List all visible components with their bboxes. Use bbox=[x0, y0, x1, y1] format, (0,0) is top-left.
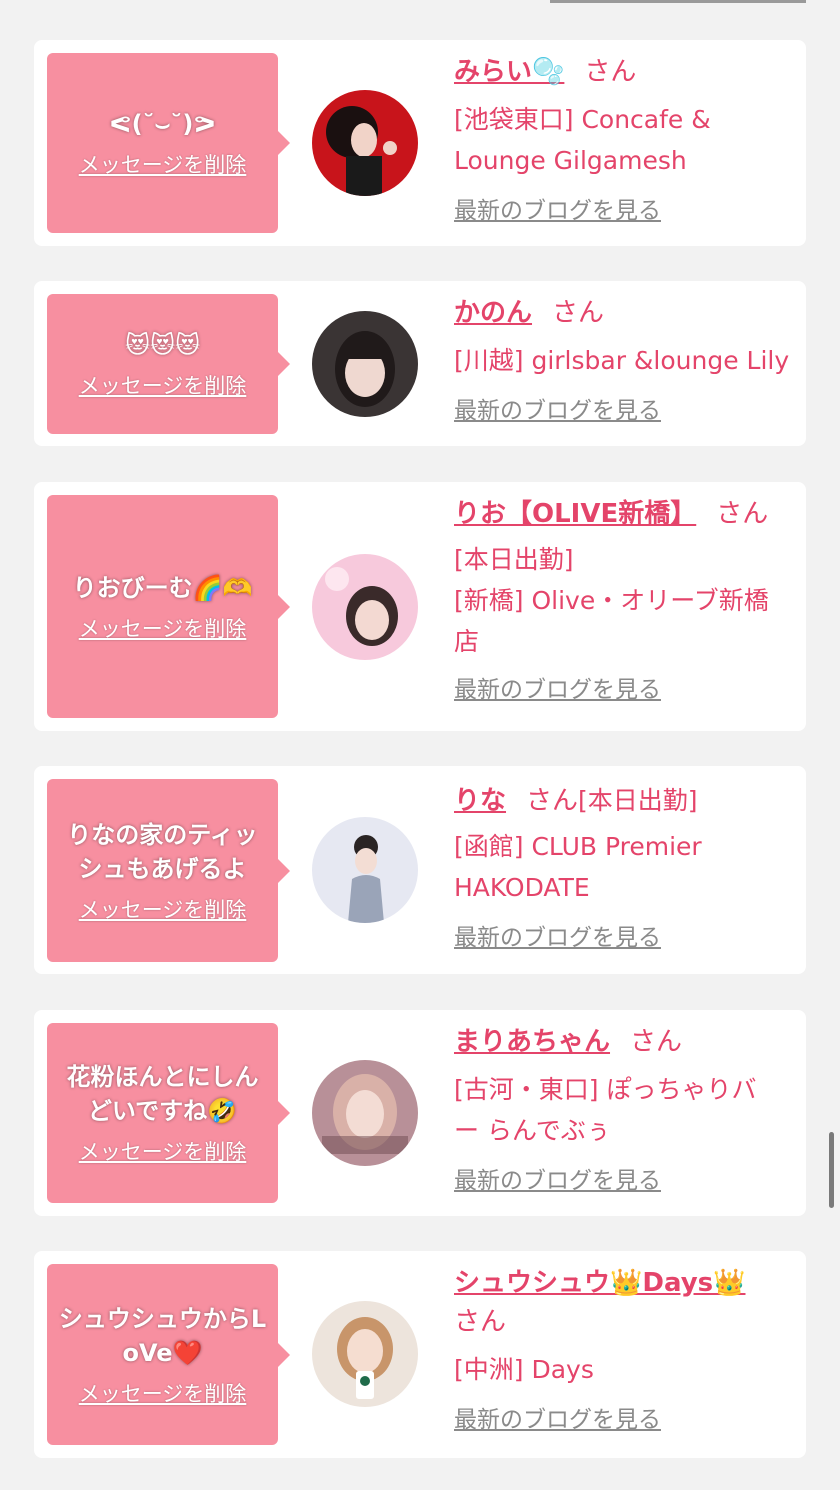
shop-line: [古河・東口] ぽっちゃりバ bbox=[454, 1075, 757, 1104]
top-strip bbox=[0, 0, 840, 8]
san-suffix: さん bbox=[552, 298, 605, 328]
avatar[interactable] bbox=[312, 1301, 418, 1407]
message-card: りなの家のティッシュもあげるよ メッセージを削除 りな さん[本日出勤] [函館]… bbox=[34, 766, 806, 974]
shop-line: [中洲] Days bbox=[454, 1355, 594, 1384]
cast-name-link[interactable]: シュウシュウ👑Days👑 bbox=[454, 1268, 746, 1298]
avatar[interactable] bbox=[312, 311, 418, 417]
avatar-photo bbox=[312, 554, 418, 660]
latest-blog-link[interactable]: 最新のブログを見る bbox=[454, 191, 661, 225]
cast-name-link[interactable]: かのん bbox=[454, 298, 532, 328]
shop-line: [川越] girlsbar &lounge Lily bbox=[454, 346, 790, 375]
san-suffix: さん bbox=[584, 57, 637, 87]
message-card: りおびーむ🌈🫶 メッセージを削除 りお【OLIVE新橋】 さん [本日出勤] [新… bbox=[34, 482, 806, 731]
cast-info: まりあちゃん さん [古河・東口] ぽっちゃりバ ー らんでぶぅ 最新のブログを見… bbox=[454, 1024, 794, 1195]
message-text: 花粉ほんとにしんどいですね🤣 bbox=[66, 1063, 259, 1125]
avatar-photo bbox=[312, 1060, 418, 1166]
delete-message-button[interactable]: メッセージを削除 bbox=[79, 894, 247, 924]
avatar[interactable] bbox=[312, 817, 418, 923]
delete-message-button[interactable]: メッセージを削除 bbox=[79, 1378, 247, 1408]
avatar-photo bbox=[312, 90, 418, 196]
delete-message-button[interactable]: メッセージを削除 bbox=[79, 613, 247, 643]
message-text: りなの家のティッシュもあげるよ bbox=[67, 820, 258, 883]
delete-message-button[interactable]: メッセージを削除 bbox=[79, 370, 247, 400]
message-card: シュウシュウからLoVe❤️ メッセージを削除 シュウシュウ👑Days👑 さん … bbox=[34, 1251, 806, 1458]
avatar-photo bbox=[312, 817, 418, 923]
message-text: りおびーむ🌈🫶 bbox=[72, 573, 253, 602]
san-suffix: さん bbox=[716, 499, 769, 529]
cast-name-link[interactable]: まりあちゃん bbox=[454, 1027, 610, 1057]
message-text: ᕙ(˘⌣˘)ᕗ bbox=[109, 110, 216, 138]
message-bubble: ᕙ(˘⌣˘)ᕗ メッセージを削除 bbox=[47, 53, 290, 233]
cast-name-link[interactable]: りな bbox=[454, 786, 506, 816]
shop-line: 店 bbox=[454, 627, 480, 656]
message-text: 😻😻😻 bbox=[124, 331, 201, 359]
avatar-photo bbox=[312, 1301, 418, 1407]
avatar[interactable] bbox=[312, 554, 418, 660]
avatar[interactable] bbox=[312, 90, 418, 196]
message-bubble: シュウシュウからLoVe❤️ メッセージを削除 bbox=[47, 1264, 290, 1445]
latest-blog-link[interactable]: 最新のブログを見る bbox=[454, 1161, 661, 1195]
latest-blog-link[interactable]: 最新のブログを見る bbox=[454, 918, 661, 952]
cast-info: かのん さん [川越] girlsbar &lounge Lily 最新のブログを… bbox=[454, 295, 794, 425]
message-bubble: 😻😻😻 メッセージを削除 bbox=[47, 294, 290, 434]
shop-line: Lounge Gilgamesh bbox=[454, 146, 687, 175]
avatar-photo bbox=[312, 311, 418, 417]
message-bubble: りなの家のティッシュもあげるよ メッセージを削除 bbox=[47, 779, 290, 962]
shop-line: ー らんでぶぅ bbox=[454, 1116, 611, 1145]
avatar[interactable] bbox=[312, 1060, 418, 1166]
san-suffix: さん bbox=[526, 786, 579, 816]
message-bubble: りおびーむ🌈🫶 メッセージを削除 bbox=[47, 495, 290, 718]
latest-blog-link[interactable]: 最新のブログを見る bbox=[454, 670, 661, 704]
latest-blog-link[interactable]: 最新のブログを見る bbox=[454, 391, 661, 425]
cast-info: みらい🫧 さん [池袋東口] Concafe & Lounge Gilgamesh… bbox=[454, 54, 794, 225]
delete-message-button[interactable]: メッセージを削除 bbox=[79, 149, 247, 179]
message-card: 花粉ほんとにしんどいですね🤣 メッセージを削除 まりあちゃん さん [古河・東口]… bbox=[34, 1010, 806, 1216]
message-card: ᕙ(˘⌣˘)ᕗ メッセージを削除 みらい🫧 さん [池袋東口] Concafe &… bbox=[34, 40, 806, 246]
san-suffix: さん bbox=[630, 1027, 683, 1057]
shop-line: [池袋東口] Concafe & bbox=[454, 105, 711, 134]
message-card: 😻😻😻 メッセージを削除 かのん さん [川越] girlsbar &lounge… bbox=[34, 281, 806, 446]
latest-blog-link[interactable]: 最新のブログを見る bbox=[454, 1400, 661, 1434]
status-line: [本日出勤] bbox=[454, 545, 574, 574]
cast-info: りお【OLIVE新橋】 さん [本日出勤] [新橋] Olive・オリーブ新橋 店… bbox=[454, 496, 799, 704]
shop-line: [新橋] Olive・オリーブ新橋 bbox=[454, 586, 769, 615]
shop-line: HAKODATE bbox=[454, 873, 590, 902]
delete-message-button[interactable]: メッセージを削除 bbox=[79, 1136, 247, 1166]
status-line: [本日出勤] bbox=[578, 786, 698, 815]
message-bubble: 花粉ほんとにしんどいですね🤣 メッセージを削除 bbox=[47, 1023, 290, 1203]
top-divider bbox=[550, 0, 806, 3]
cast-name-link[interactable]: りお【OLIVE新橋】 bbox=[454, 499, 696, 529]
scrollbar-thumb[interactable] bbox=[829, 1132, 834, 1208]
san-suffix: さん bbox=[454, 1307, 507, 1337]
cast-name-link[interactable]: みらい🫧 bbox=[454, 57, 564, 87]
cast-info: シュウシュウ👑Days👑 さん [中洲] Days 最新のブログを見る bbox=[454, 1265, 794, 1434]
shop-line: [函館] CLUB Premier bbox=[454, 832, 702, 861]
cast-info: りな さん[本日出勤] [函館] CLUB Premier HAKODATE 最新… bbox=[454, 780, 794, 952]
message-text: シュウシュウからLoVe❤️ bbox=[58, 1304, 267, 1367]
